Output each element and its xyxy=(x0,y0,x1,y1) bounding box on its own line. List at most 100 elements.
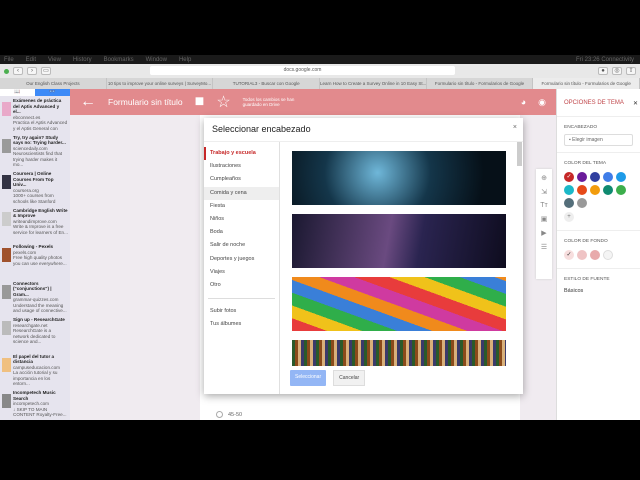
bg-color-swatch[interactable] xyxy=(577,250,587,260)
category-list: Trabajo y escuela Ilustraciones Cumpleaños… xyxy=(204,142,280,394)
theme-color-swatch[interactable] xyxy=(603,185,613,195)
gallery-scrollbar[interactable] xyxy=(517,142,522,166)
reading-list-item[interactable]: Following - Pexels pexels.com Free high qu… xyxy=(0,242,70,279)
panel-title: OPCIONES DE TEMA xyxy=(564,100,624,106)
theme-color-swatch[interactable] xyxy=(590,185,600,195)
bookmarks-tab[interactable]: 📖 xyxy=(0,89,35,96)
form-title[interactable]: Formulario sin título xyxy=(108,97,183,107)
close-panel-icon[interactable]: ✕ xyxy=(633,100,638,107)
category-item[interactable]: Boda xyxy=(204,226,279,239)
theme-color-swatch[interactable] xyxy=(616,185,626,195)
header-image-candy[interactable] xyxy=(292,277,506,331)
cancel-button[interactable]: Cancelar xyxy=(333,370,366,386)
import-icon[interactable]: ⇲ xyxy=(541,188,547,196)
menu-edit[interactable]: Edit xyxy=(26,57,36,63)
menu-bookmarks[interactable]: Bookmarks xyxy=(104,57,134,63)
reading-list-item[interactable]: Incompetech Music Search incompetech.com ↓… xyxy=(0,388,70,420)
address-bar[interactable]: docs.google.com xyxy=(150,66,455,75)
image-icon[interactable]: ▣ xyxy=(541,215,548,223)
radio-icon[interactable] xyxy=(216,411,223,418)
theme-color-swatch[interactable] xyxy=(564,198,574,208)
header-image-fiber[interactable] xyxy=(292,151,506,205)
reading-list-item[interactable]: Sign up - ResearchGate researchgate.net Re… xyxy=(0,315,70,352)
tab[interactable]: 10 tips to improve your online surveys |… xyxy=(107,78,214,89)
theme-color-swatch[interactable] xyxy=(577,185,587,195)
reading-list-tab[interactable]: 👓 xyxy=(35,89,70,96)
category-item[interactable]: Cumpleaños xyxy=(204,173,279,186)
select-button[interactable]: Seleccionar xyxy=(290,370,327,386)
bg-color-swatch[interactable] xyxy=(590,250,600,260)
back-button[interactable]: ‹ xyxy=(13,67,23,75)
theme-color-swatch[interactable] xyxy=(577,172,587,182)
save-status: Todos los cambios se han guardado en Dri… xyxy=(242,96,295,108)
divider xyxy=(208,298,275,300)
reading-list-item[interactable]: Try, try again? Study says no: Trying ha… xyxy=(0,133,70,170)
reading-list-item[interactable]: Exámenes de práctica del Aptis Advanced … xyxy=(0,96,70,133)
preview-eye-icon[interactable]: ◉ xyxy=(538,97,546,108)
header-image-pencils[interactable] xyxy=(292,340,506,366)
tab[interactable]: TUTORIAL3 - Buscar con Google xyxy=(213,78,321,89)
menu-window[interactable]: Window xyxy=(146,57,167,63)
category-item[interactable]: Ilustraciones xyxy=(204,160,279,173)
close-icon[interactable]: × xyxy=(513,124,517,131)
theme-color-swatch[interactable] xyxy=(577,198,587,208)
menu-help[interactable]: Help xyxy=(179,57,191,63)
add-color-icon[interactable]: + xyxy=(564,212,574,222)
section-icon[interactable]: ☰ xyxy=(541,243,547,251)
category-item[interactable]: Comida y cena xyxy=(204,186,279,200)
item-desc: Practica el Aptis Advanced y el Aptis Ge… xyxy=(13,120,68,131)
font-style-select[interactable]: Básicos xyxy=(557,286,640,296)
tab-active[interactable]: Formulario sin título - Formularios de G… xyxy=(533,78,640,89)
reading-list-item[interactable]: Connectors ("conjunctions") | Gram... gra… xyxy=(0,279,70,316)
radio-option[interactable]: 45-50 xyxy=(216,411,242,418)
title-text-icon[interactable]: Tт xyxy=(540,202,547,209)
your-albums-link[interactable]: Tus álbumes xyxy=(204,318,279,331)
video-icon[interactable]: ▶ xyxy=(541,229,546,237)
extension-icon[interactable]: ◎ xyxy=(612,67,622,75)
category-item[interactable]: Viajes xyxy=(204,266,279,279)
add-question-icon[interactable]: ⊕ xyxy=(541,174,547,182)
category-item[interactable]: Niños xyxy=(204,213,279,226)
forward-button[interactable]: › xyxy=(27,67,37,75)
header-image-gallery xyxy=(292,151,506,375)
tab[interactable]: Formulario sin título - Formularios de G… xyxy=(427,78,534,89)
tab-bar: Our English Class Projects 10 tips to im… xyxy=(0,78,640,89)
font-style-label: ESTILO DE FUENTE xyxy=(564,277,610,282)
theme-color-swatch[interactable] xyxy=(590,172,600,182)
category-item[interactable]: Otro xyxy=(204,279,279,292)
tab[interactable]: Learn How to Create a Survey Online in 1… xyxy=(320,78,427,89)
header-image-guitar[interactable] xyxy=(292,214,506,268)
theme-color-swatch[interactable] xyxy=(564,185,574,195)
tab[interactable]: Our English Class Projects xyxy=(0,78,107,89)
star-icon[interactable]: ☆ xyxy=(216,92,230,112)
thumbnail-image xyxy=(2,211,11,226)
category-item[interactable]: Salir de noche xyxy=(204,239,279,252)
menu-history[interactable]: History xyxy=(73,57,92,63)
sidebar-toggle-button[interactable]: ▭ xyxy=(41,67,51,75)
folder-icon[interactable]: ■ xyxy=(195,93,205,111)
item-title: Coursera | Online Courses From Top Univ.… xyxy=(13,171,54,187)
reading-list-item[interactable]: Coursera | Online Courses From Top Univ.… xyxy=(0,169,70,206)
back-arrow-icon[interactable]: ← xyxy=(80,93,96,111)
category-item[interactable]: Trabajo y escuela xyxy=(204,147,279,161)
palette-icon[interactable]: ◕ xyxy=(521,97,526,108)
bg-color-swatch[interactable] xyxy=(603,250,613,260)
reading-list-item[interactable]: Cambridge English Write & Improve writean… xyxy=(0,206,70,243)
bg-color-swatch[interactable]: ✓ xyxy=(564,250,574,260)
item-title: Incompetech Music Search xyxy=(13,390,56,401)
upload-photos-link[interactable]: Subir fotos xyxy=(204,305,279,318)
theme-color-swatch[interactable]: ✓ xyxy=(564,172,574,182)
share-icon[interactable]: ⇧ xyxy=(626,67,636,75)
privacy-icon[interactable]: ● xyxy=(598,67,608,75)
item-desc: Understand the meaning and usage of conn… xyxy=(13,302,67,314)
category-item[interactable]: Fiesta xyxy=(204,200,279,213)
theme-color-swatch[interactable] xyxy=(603,172,613,182)
item-title: Connectors ("conjunctions") | Gram... xyxy=(13,280,52,297)
reading-list-item[interactable]: El papel del tutor a distancia campuseduc… xyxy=(0,352,70,389)
choose-image-button[interactable]: ▪ Elegir imagen xyxy=(564,134,633,146)
menu-view[interactable]: View xyxy=(48,57,61,63)
window-dot[interactable] xyxy=(4,68,9,74)
category-item[interactable]: Deportes y juegos xyxy=(204,253,279,266)
theme-color-swatch[interactable] xyxy=(616,172,626,182)
menu-file[interactable]: File xyxy=(4,57,14,63)
